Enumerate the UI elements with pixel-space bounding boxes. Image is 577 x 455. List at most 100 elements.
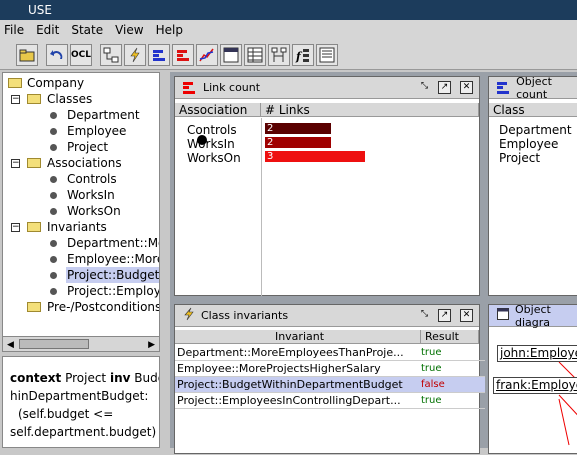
class-extent-icon[interactable] <box>244 43 266 66</box>
class-name: Department <box>499 123 572 137</box>
tree-item-inv-budget[interactable]: Project::BudgetW <box>3 267 159 283</box>
bullet-icon <box>50 176 57 183</box>
link-bar: 2 <box>265 123 331 134</box>
folder-open-icon <box>27 94 41 104</box>
menu-file[interactable]: File <box>4 23 24 37</box>
window-title: Class invariants <box>201 309 289 322</box>
column-result[interactable]: Result <box>421 330 479 344</box>
column-invariant[interactable]: Invariant <box>175 330 421 344</box>
link-count-header[interactable]: Link count ⤡ ↗ ✕ <box>175 77 479 99</box>
desktop-area: Link count ⤡ ↗ ✕ Association # Links Con… <box>170 72 577 454</box>
link-count-value: 2 <box>267 123 274 134</box>
ocl-button[interactable]: OCL <box>70 43 92 66</box>
tree-item-project[interactable]: Project <box>3 139 159 155</box>
bullet-icon <box>50 240 57 247</box>
menu-state[interactable]: State <box>71 23 103 37</box>
column-class[interactable]: Class <box>489 103 577 117</box>
lightning-icon[interactable] <box>124 43 146 66</box>
class-diagram-icon[interactable] <box>100 43 122 66</box>
definition-panel: context Project inv Budg hinDepartmentBu… <box>2 356 160 448</box>
close-icon[interactable]: ✕ <box>460 81 473 94</box>
invariant-row-selected[interactable]: Project::BudgetWithinDepartmentBudget fal… <box>175 377 485 393</box>
window-title: Link count <box>203 81 261 94</box>
tree-item-inv-department[interactable]: Department::Mo <box>3 235 159 251</box>
definition-text: Budg <box>134 371 159 385</box>
tree-classes[interactable]: − Classes <box>3 91 159 107</box>
link-count-window: Link count ⤡ ↗ ✕ Association # Links Con… <box>174 76 480 296</box>
tree-item-workson[interactable]: WorksOn <box>3 203 159 219</box>
tree-item-label: Controls <box>67 172 117 186</box>
scroll-right-icon[interactable]: ▶ <box>148 340 155 350</box>
invariant-row[interactable]: Department::MoreEmployeesThanProje... tru… <box>175 345 485 361</box>
minimize-icon[interactable]: ⤡ <box>418 81 431 94</box>
class-name: Employee <box>499 137 559 151</box>
link-count-icon <box>183 81 197 94</box>
model-browser: Company − Classes Department Employee Pr… <box>2 72 160 352</box>
invariant-result: true <box>421 363 442 374</box>
tree-item-label: Project <box>67 140 109 154</box>
object-john[interactable]: john:Employe <box>497 345 577 362</box>
object-diagram-icon[interactable] <box>220 43 242 66</box>
command-list-icon[interactable] <box>316 43 338 66</box>
state-evolution-icon[interactable] <box>196 43 218 66</box>
object-diagram-header[interactable]: Object diagra <box>489 303 577 329</box>
tree-item-employee[interactable]: Employee <box>3 123 159 139</box>
collapse-icon[interactable]: − <box>11 223 20 232</box>
definition-line-3: (self.budget <= <box>18 407 114 421</box>
tree-item-label: Project::Employ <box>67 284 160 298</box>
folder-open-icon <box>27 222 41 232</box>
column-association[interactable]: Association <box>175 103 261 117</box>
bullet-icon <box>50 208 57 215</box>
tree-prepost[interactable]: Pre-/Postconditions <box>3 299 159 315</box>
tree-item-department[interactable]: Department <box>3 107 159 123</box>
tree-root[interactable]: Company <box>3 75 159 91</box>
column-links[interactable]: # Links <box>261 103 479 117</box>
menu-edit[interactable]: Edit <box>36 23 59 37</box>
tree-horizontal-scrollbar[interactable]: ◀ ▶ <box>2 336 160 352</box>
tree-invariants-label: Invariants <box>47 220 107 234</box>
tree-item-label: Department::Mo <box>67 236 160 250</box>
tree-item-inv-employee[interactable]: Employee::More <box>3 251 159 267</box>
tree-invariants[interactable]: − Invariants <box>3 219 159 235</box>
scroll-thumb[interactable] <box>19 339 89 349</box>
keyword-context: context <box>10 371 62 385</box>
menu-view[interactable]: View <box>115 23 143 37</box>
sequence-diagram-icon[interactable] <box>268 43 290 66</box>
svg-text:f: f <box>295 50 303 63</box>
collapse-icon[interactable]: − <box>11 159 20 168</box>
undo-icon[interactable] <box>46 43 68 66</box>
assoc-name: WorksOn <box>187 151 241 165</box>
assoc-name: Controls <box>187 123 237 137</box>
mouse-cursor-icon <box>197 135 207 145</box>
tree-item-worksin[interactable]: WorksIn <box>3 187 159 203</box>
maximize-icon[interactable]: ↗ <box>438 81 451 94</box>
tree-prepost-label: Pre-/Postconditions <box>47 300 160 314</box>
definition-line-2: hinDepartmentBudget: <box>10 389 149 403</box>
definition-line-4: self.department.budget) <box>10 425 157 439</box>
tree-associations[interactable]: − Associations <box>3 155 159 171</box>
menu-help[interactable]: Help <box>156 23 183 37</box>
maximize-icon[interactable]: ↗ <box>438 309 451 322</box>
class-invariants-window: Class invariants ⤡ ↗ ✕ Invariant Result … <box>174 304 485 454</box>
column-divider <box>261 118 262 296</box>
object-count-header[interactable]: Object count <box>489 75 577 101</box>
open-icon[interactable] <box>16 43 38 66</box>
scroll-left-icon[interactable]: ◀ <box>7 340 14 350</box>
object-diagram-icon <box>497 308 509 323</box>
invariant-row[interactable]: Project::EmployeesInControllingDepart...… <box>175 393 485 409</box>
class-invariants-header[interactable]: Class invariants ⤡ ↗ ✕ <box>175 305 479 327</box>
call-stack-icon[interactable]: f <box>292 43 314 66</box>
folder-icon <box>27 302 41 312</box>
collapse-icon[interactable]: − <box>11 95 20 104</box>
tree-item-controls[interactable]: Controls <box>3 171 159 187</box>
tree-item-inv-controlling[interactable]: Project::Employ <box>3 283 159 299</box>
link-count-value: 3 <box>267 151 274 162</box>
link-count-icon[interactable] <box>172 43 194 66</box>
invariant-row[interactable]: Employee::MoreProjectsHigherSalary true <box>175 361 485 377</box>
bullet-icon <box>50 288 57 295</box>
object-count-icon[interactable] <box>148 43 170 66</box>
close-icon[interactable]: ✕ <box>460 309 473 322</box>
object-frank[interactable]: frank:Employe <box>493 377 577 394</box>
minimize-icon[interactable]: ⤡ <box>418 309 431 322</box>
object-diagram-window: Object diagra john:Employe frank:Employe <box>488 303 577 454</box>
